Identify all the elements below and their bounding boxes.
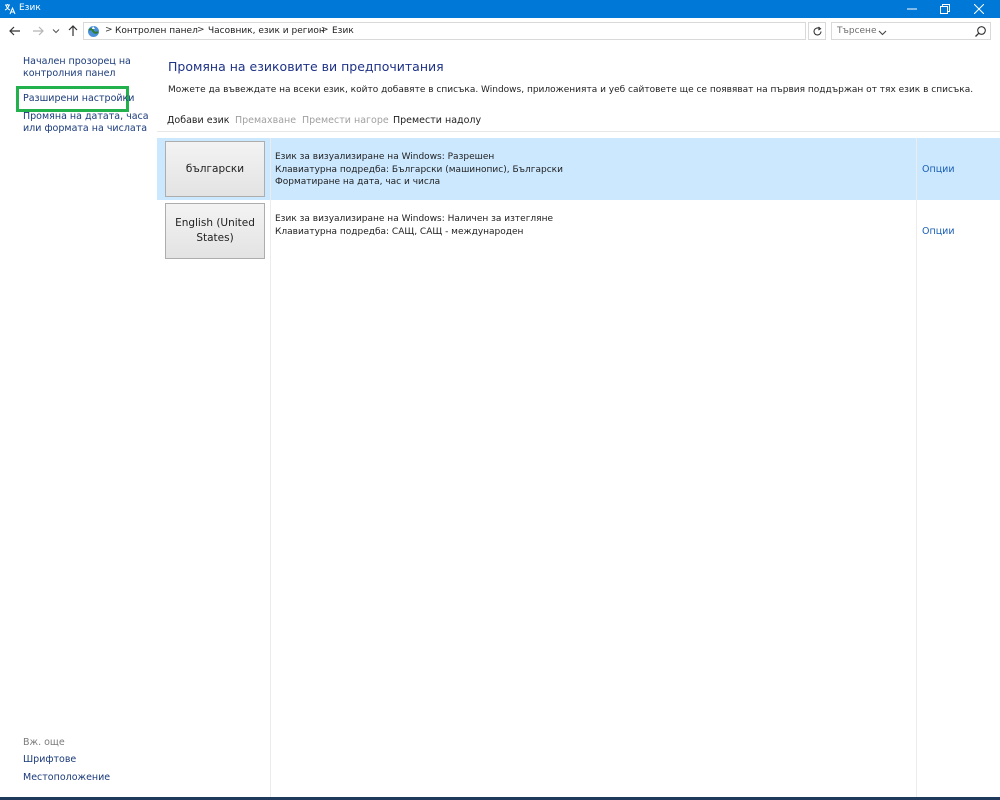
- restore-icon: [940, 4, 950, 14]
- search-placeholder: Търсене: [837, 26, 877, 36]
- refresh-icon: [812, 26, 822, 35]
- breadcrumb-separator: >: [197, 25, 205, 35]
- breadcrumb-clock-language-region[interactable]: Часовник, език и регион: [208, 26, 325, 36]
- page-title: Промяна на езиковите ви предпочитания: [168, 59, 444, 74]
- close-button[interactable]: [962, 0, 996, 18]
- arrow-right-icon: [33, 26, 44, 36]
- language-details: Език за визуализиране на Windows: Разреш…: [275, 151, 563, 189]
- restore-button[interactable]: [928, 0, 962, 18]
- language-row-bulgarian[interactable]: български Език за визуализиране на Windo…: [157, 138, 1000, 200]
- close-icon: [974, 4, 984, 14]
- fonts-link[interactable]: Шрифтове: [23, 754, 76, 766]
- keyboard-layout: Клавиатурна подредба: САЩ, САЩ - междуна…: [275, 226, 524, 237]
- add-language-button[interactable]: Добави език: [167, 115, 230, 126]
- language-list: български Език за визуализиране на Windo…: [157, 138, 1000, 800]
- arrow-up-icon: [68, 25, 78, 36]
- keyboard-layout: Клавиатурна подредба: Български (машиноп…: [275, 164, 563, 175]
- search-input[interactable]: Търсене: [831, 22, 991, 40]
- column-divider: [916, 138, 917, 800]
- move-down-button[interactable]: Премести надолу: [393, 115, 481, 126]
- refresh-button[interactable]: [808, 22, 826, 40]
- language-tile[interactable]: български: [165, 141, 265, 197]
- location-link[interactable]: Местоположение: [23, 772, 110, 784]
- minimize-icon: [907, 8, 917, 10]
- breadcrumb-separator: >: [105, 25, 113, 35]
- up-button[interactable]: [66, 24, 80, 38]
- change-date-format-link[interactable]: Промяна на датата, часа или формата на ч…: [23, 111, 153, 135]
- arrow-left-icon: [9, 26, 20, 36]
- address-field[interactable]: > Контролен панел > Часовник, език и рег…: [83, 22, 887, 40]
- move-up-button[interactable]: Премести нагоре: [302, 115, 389, 126]
- display-language-status: Език за визуализиране на Windows: Разреш…: [275, 152, 495, 162]
- options-link[interactable]: Опции: [922, 164, 955, 175]
- language-toolbar: Добави език Премахване Премести нагоре П…: [157, 110, 1000, 132]
- language-row-english[interactable]: English (United States) Език за визуализ…: [157, 200, 1000, 262]
- minimize-button[interactable]: [895, 0, 929, 18]
- search-icon[interactable]: [974, 25, 987, 38]
- control-panel-home-link[interactable]: Начален прозорец на контролния панел: [23, 56, 153, 80]
- display-language-status: Език за визуализиране на Windows: Наличе…: [275, 214, 554, 224]
- main-content: Промяна на езиковите ви предпочитания Мо…: [157, 44, 1000, 800]
- column-divider: [270, 138, 271, 800]
- title-bar: Език: [0, 0, 1000, 18]
- options-link[interactable]: Опции: [922, 226, 955, 237]
- control-panel-icon: [88, 26, 99, 37]
- window-title: Език: [19, 3, 41, 13]
- left-pane: Начален прозорец на контролния панел Раз…: [0, 44, 157, 800]
- address-bar: > Контролен панел > Часовник, език и рег…: [0, 18, 1000, 44]
- back-button[interactable]: [8, 24, 22, 38]
- breadcrumb-separator: >: [321, 25, 329, 35]
- remove-language-button[interactable]: Премахване: [235, 115, 296, 126]
- forward-button[interactable]: [31, 24, 45, 38]
- advanced-settings-link[interactable]: Разширени настройки: [23, 93, 134, 105]
- chevron-down-icon: [52, 29, 60, 34]
- language-app-icon: [4, 4, 16, 15]
- see-also-label: Вж. още: [23, 737, 65, 748]
- language-details: Език за визуализиране на Windows: Наличе…: [275, 213, 553, 238]
- page-description: Можете да въвеждате на всеки език, който…: [168, 85, 974, 95]
- breadcrumb-control-panel[interactable]: Контролен панел: [115, 26, 198, 36]
- language-tile[interactable]: English (United States): [165, 203, 265, 259]
- recent-locations-button[interactable]: [49, 24, 63, 38]
- formatting-info: Форматиране на дата, час и числа: [275, 177, 441, 187]
- breadcrumb-language[interactable]: Език: [332, 26, 354, 36]
